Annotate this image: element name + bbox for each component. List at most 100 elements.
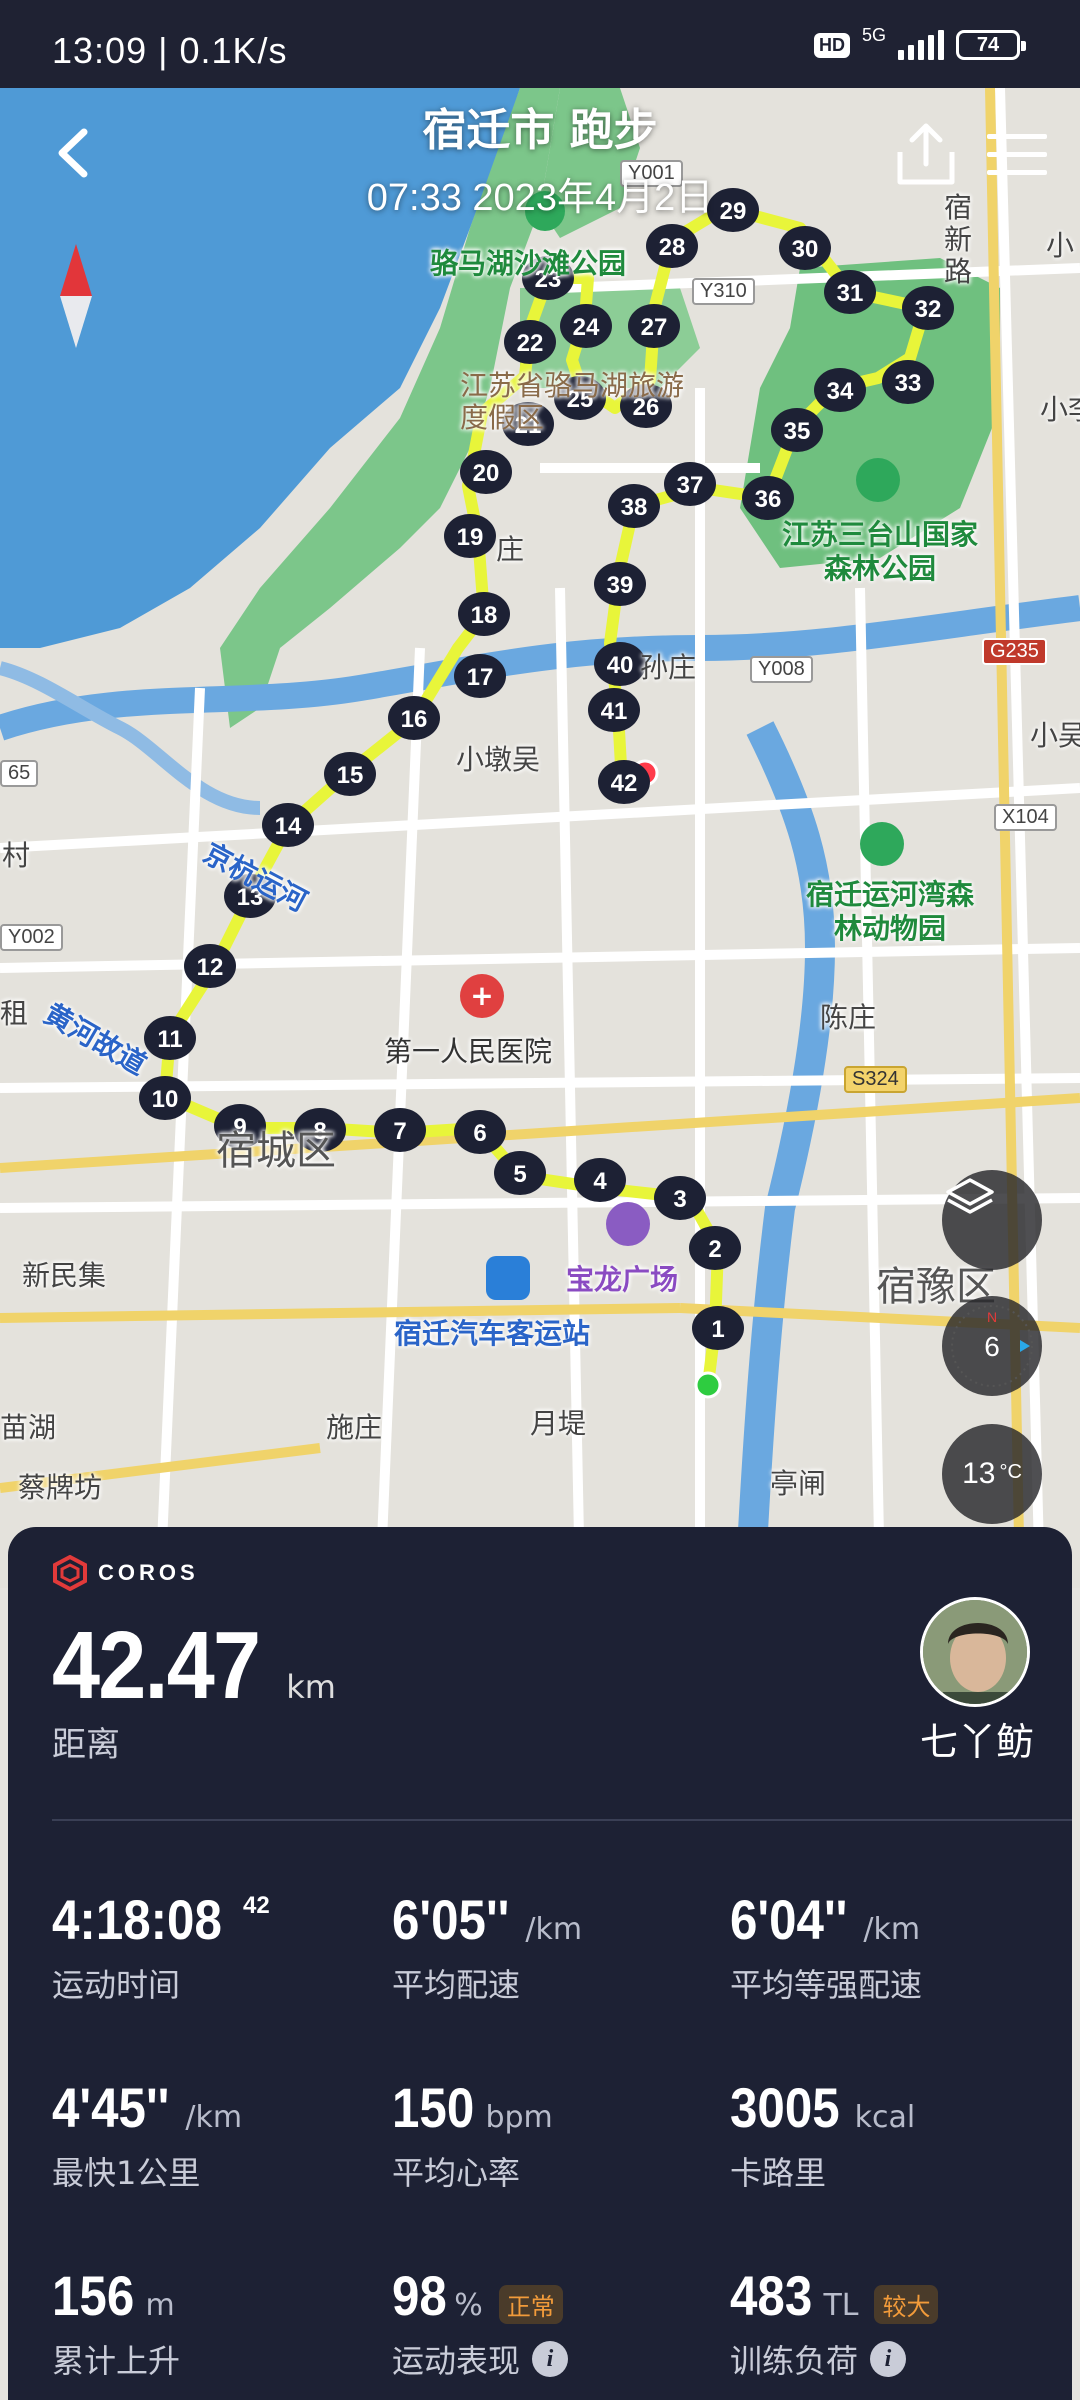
km-marker: 20 bbox=[460, 450, 512, 494]
stat-unit: TL bbox=[823, 2288, 859, 2323]
km-marker: 24 bbox=[560, 304, 612, 348]
stat-performance: 98 % 正常 运动表现 i bbox=[392, 2263, 722, 2382]
km-marker-label: 33 bbox=[895, 370, 922, 397]
map-label-baolong: 宝龙广场 bbox=[566, 1263, 679, 1296]
map-label-tingzha: 亭闸 bbox=[770, 1467, 827, 1500]
km-marker-label: 2 bbox=[708, 1236, 721, 1263]
distance-label: 距离 bbox=[52, 1725, 120, 1765]
bus-pin bbox=[486, 1256, 530, 1300]
road-tag-65: 65 bbox=[0, 760, 39, 787]
km-marker-label: 19 bbox=[457, 524, 484, 551]
stat-label: 训练负荷 bbox=[730, 2342, 859, 2380]
map-label-forest-park: 江苏三台山国家森林公园 bbox=[781, 518, 978, 585]
share-button[interactable] bbox=[890, 118, 962, 190]
stat-label: 累计上升 bbox=[52, 2342, 181, 2380]
road-tag-s324: S324 bbox=[844, 1066, 907, 1093]
road-tag-y002: Y002 bbox=[0, 924, 63, 951]
temperature-unit: °C bbox=[999, 1460, 1022, 1483]
avatar[interactable] bbox=[920, 1597, 1030, 1707]
status-badge: 较大 bbox=[874, 2285, 939, 2324]
km-marker: 22 bbox=[504, 320, 556, 364]
map-label-nan: 苗湖 bbox=[0, 1411, 57, 1444]
canal-main bbox=[0, 595, 1080, 741]
heading-text: 6 bbox=[984, 1331, 1000, 1362]
status-badge: 正常 bbox=[498, 2285, 563, 2324]
distance-value: 42.47 bbox=[52, 1612, 261, 1719]
distance-unit: km bbox=[286, 1668, 336, 1706]
zoo-pin bbox=[860, 822, 904, 866]
km-marker-label: 3 bbox=[673, 1186, 686, 1213]
stat-label-row: 训练负荷 i bbox=[730, 2336, 1060, 2382]
km-marker-label: 27 bbox=[641, 314, 668, 341]
km-marker: 16 bbox=[388, 696, 440, 740]
km-marker: 37 bbox=[664, 462, 716, 506]
hd-icon: HD bbox=[813, 32, 850, 58]
stat-elevation-gain: 156 m 累计上升 bbox=[52, 2263, 382, 2382]
stat-value: 150 bbox=[392, 2076, 475, 2139]
stat-calories: 3005 kcal 卡路里 bbox=[730, 2075, 1060, 2194]
map-label-park1: 骆马湖沙滩公园 bbox=[430, 247, 627, 280]
map-label-ju: 租 bbox=[0, 997, 29, 1030]
stat-value: 156 bbox=[52, 2264, 135, 2327]
canal-south bbox=[735, 721, 836, 1588]
km-marker-label: 5 bbox=[513, 1161, 526, 1188]
road-tag-g235: G235 bbox=[982, 638, 1047, 665]
battery-level: 74 bbox=[976, 33, 1000, 56]
menu-button[interactable] bbox=[985, 130, 1049, 180]
km-marker-label: 14 bbox=[275, 813, 302, 840]
km-marker: 18 bbox=[458, 592, 510, 636]
map-label-xinminji: 新民集 bbox=[22, 1259, 107, 1292]
stat-unit: m bbox=[145, 2288, 175, 2323]
map-label-cun: 村 bbox=[2, 839, 31, 872]
km-marker-label: 35 bbox=[784, 418, 811, 445]
map-label-xiaoyu: 小吴 bbox=[1030, 719, 1080, 752]
status-bar: 13:09 | 0.1K/s HD 5G 74 bbox=[0, 0, 1080, 88]
coros-logo-icon bbox=[53, 1555, 87, 1591]
km-marker: 2 bbox=[689, 1226, 741, 1270]
map-label-sucheng: 宿城区 bbox=[216, 1128, 336, 1174]
km-marker-label: 42 bbox=[611, 770, 638, 797]
avatar-image bbox=[923, 1600, 1027, 1704]
stat-value: 483 bbox=[730, 2264, 813, 2327]
heading-button[interactable]: N 6 bbox=[942, 1296, 1042, 1396]
temperature-button[interactable]: 13 °C bbox=[942, 1424, 1042, 1524]
km-marker: 35 bbox=[771, 408, 823, 452]
km-marker-label: 1 bbox=[711, 1316, 724, 1343]
map-compass-icon bbox=[56, 240, 96, 350]
brand-name: COROS bbox=[98, 1560, 199, 1585]
km-marker-label: 36 bbox=[755, 486, 782, 513]
km-marker: 36 bbox=[742, 476, 794, 520]
username: 七丫鲂 bbox=[919, 1720, 1034, 1764]
stat-fastest-km: 4'45'' /km 最快1公里 bbox=[52, 2075, 382, 2194]
map-layers-button[interactable] bbox=[942, 1170, 1042, 1270]
km-marker: 40 bbox=[594, 642, 646, 686]
route-map[interactable]: 1 2 3 4 5 6 7 8 9 10 11 12 13 14 15 16 17 18 19 20 21 22 23 24 2… bbox=[0, 88, 1080, 1588]
stat-unit: /km bbox=[525, 1912, 583, 1947]
info-icon[interactable]: i bbox=[870, 2341, 907, 2377]
km-marker-label: 41 bbox=[601, 698, 628, 725]
km-marker: 5 bbox=[494, 1151, 546, 1195]
km-marker: 32 bbox=[902, 286, 954, 330]
km-marker: 6 bbox=[454, 1110, 506, 1154]
km-marker-label: 17 bbox=[467, 664, 494, 691]
stat-label: 平均心率 bbox=[392, 2154, 521, 2192]
km-marker: 14 bbox=[262, 803, 314, 847]
info-icon[interactable]: i bbox=[532, 2341, 569, 2377]
road-tag-x104: X104 bbox=[994, 804, 1057, 831]
stat-sup: 42 bbox=[243, 1892, 270, 1919]
km-marker: 19 bbox=[444, 514, 496, 558]
route-start-dot bbox=[694, 1371, 722, 1399]
stat-unit: % bbox=[454, 2288, 483, 2323]
km-marker: 39 bbox=[594, 562, 646, 606]
km-marker: 42 bbox=[598, 760, 650, 804]
distance-row: 42.47 km bbox=[52, 1611, 336, 1721]
km-marker: 38 bbox=[608, 484, 660, 528]
km-marker-label: 12 bbox=[197, 954, 224, 981]
layers-icon bbox=[946, 1178, 994, 1214]
stats-card: COROS 42.47 km 距离 七丫鲂 4:18:08 42 运动时间 6'… bbox=[8, 1527, 1072, 2400]
map-label-xiao-1: 小 bbox=[1046, 229, 1075, 262]
km-marker: 27 bbox=[628, 304, 680, 348]
stat-label: 运动表现 bbox=[392, 2342, 521, 2380]
compass-n-text: N bbox=[987, 1309, 997, 1325]
map-label-bus-station: 宿迁汽车客运站 bbox=[394, 1317, 591, 1350]
